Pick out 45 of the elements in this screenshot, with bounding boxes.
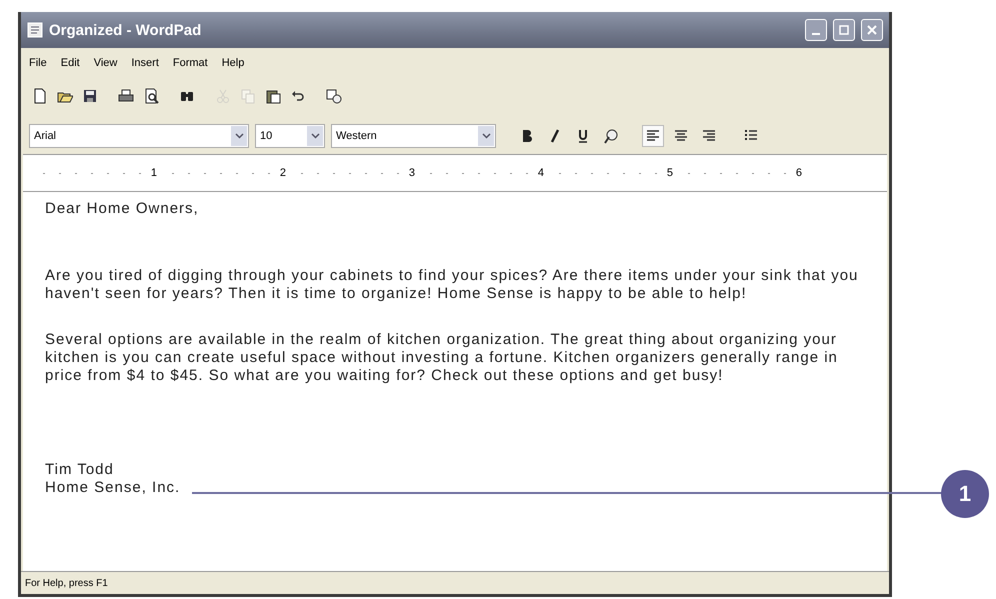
script-dropdown[interactable]: Western (331, 124, 496, 148)
ruler-number: 1 (150, 167, 158, 179)
scissors-icon (215, 88, 231, 104)
document-text-line: haven't seen for years? Then it is time to organize! Home Sense is happy to be able to help! (45, 285, 747, 303)
document-text-line: price from $4 to $45. So what are you waiting for? Check out these options and get busy! (45, 367, 724, 385)
menu-item[interactable]: Help (220, 56, 246, 70)
font-dropdown[interactable]: Arial (29, 124, 249, 148)
window-title: Organized - WordPad (49, 22, 202, 38)
ruler-number: 4 (536, 167, 545, 179)
ruler-number: 3 (408, 167, 416, 179)
document-text-line: Tim Todd (45, 461, 114, 479)
menu-item[interactable]: View (92, 56, 120, 70)
document-text-line: Several options are available in the realm of kitchen organization. The great thing about organizing your (45, 331, 837, 349)
menu-item[interactable]: Edit (58, 56, 82, 70)
paste-icon (265, 88, 281, 104)
document-text-line: Home Sense, Inc. (45, 479, 180, 497)
callout-number: 1 (941, 470, 989, 518)
align-center-icon (673, 128, 689, 144)
align-right-icon (701, 128, 717, 144)
minimize-icon (812, 33, 820, 35)
new-document-icon (32, 88, 48, 104)
status-text: For Help, press F1 (25, 578, 108, 588)
ruler-number: 2 (278, 167, 287, 179)
ruler-number: 6 (794, 167, 803, 179)
document-area[interactable] (23, 192, 887, 571)
wordpad-app-icon (27, 22, 43, 38)
format-button[interactable] (642, 125, 664, 147)
document-text-line: Dear Home Owners, (45, 200, 199, 218)
document-text-line: Are you tired of digging through your cabinets to find your spices? Are there items under your sink that you (45, 267, 858, 285)
maximize-button[interactable] (833, 19, 855, 41)
menu-item[interactable]: Insert (129, 56, 161, 70)
font-size-dropdown[interactable]: 10 (255, 124, 325, 148)
menu-item[interactable]: File (27, 56, 49, 70)
ruler-number: 5 (666, 167, 674, 179)
align-left-icon (645, 128, 661, 144)
minimize-button[interactable] (805, 19, 827, 41)
close-icon (867, 25, 877, 35)
save-icon (82, 88, 98, 104)
printer-icon (118, 88, 134, 104)
print-preview-icon (143, 88, 159, 104)
copy-icon (240, 88, 256, 104)
menu-item[interactable]: Format (170, 56, 210, 70)
maximize-icon (839, 25, 849, 35)
close-button[interactable] (861, 19, 883, 41)
document-text-line: kitchen is you can create useful space without investing a fortune. Kitchen organizers generally range in (45, 349, 838, 367)
